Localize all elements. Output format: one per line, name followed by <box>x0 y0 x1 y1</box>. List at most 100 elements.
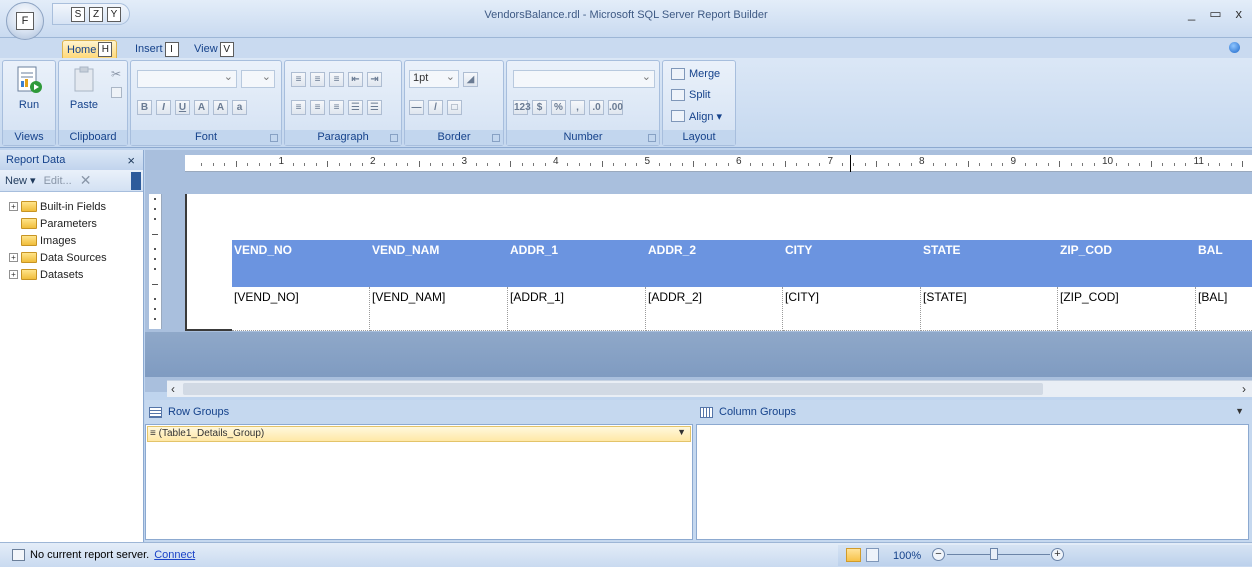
decrease-decimal-icon[interactable]: .00 <box>608 99 623 115</box>
data-cell[interactable]: [ADDR_1] <box>508 287 646 331</box>
tab-insert[interactable]: Insert I <box>131 40 183 58</box>
data-cell[interactable]: [VEND_NO] <box>232 287 370 331</box>
font-size-combo[interactable] <box>241 70 275 88</box>
row-group-item[interactable]: ≡ (Table1_Details_Group) ▼ <box>147 426 691 442</box>
tab-home[interactable]: Home H <box>62 40 118 58</box>
header-cell[interactable]: CITY <box>783 240 921 287</box>
percent-icon[interactable]: % <box>551 99 566 115</box>
preview-view-icon[interactable] <box>866 548 879 562</box>
expand-icon[interactable]: + <box>9 270 18 279</box>
edit-button[interactable]: Edit... <box>44 175 72 187</box>
application-menu-button[interactable]: F <box>6 2 44 40</box>
data-cell[interactable]: [CITY] <box>783 287 921 331</box>
design-view-icon[interactable] <box>846 548 861 562</box>
placeholder-icon[interactable]: 123 <box>513 99 531 115</box>
ruler-tick <box>887 163 889 166</box>
zoom-out-icon[interactable]: − <box>932 548 945 561</box>
shrink-font-icon[interactable]: a <box>232 99 247 115</box>
border-color-icon[interactable]: / <box>428 99 443 115</box>
zoom-level[interactable]: 100% <box>893 550 921 562</box>
zoom-slider-track[interactable] <box>947 554 1050 555</box>
scroll-thumb[interactable] <box>183 383 1043 395</box>
data-cell[interactable]: [ADDR_2] <box>646 287 783 331</box>
border-fill-icon[interactable]: ◢ <box>463 71 478 87</box>
tree-item-parameters[interactable]: Parameters <box>9 215 143 232</box>
header-cell[interactable]: ADDR_2 <box>646 240 783 287</box>
font-color-icon[interactable]: A <box>194 99 209 115</box>
ruler-tick <box>395 163 397 166</box>
expand-icon[interactable]: + <box>9 253 18 262</box>
tree-item-label: Datasets <box>40 268 84 281</box>
border-launcher-icon[interactable] <box>492 134 500 142</box>
border-size-combo[interactable]: 1pt <box>409 70 459 88</box>
scroll-left-icon[interactable]: ‹ <box>171 382 175 396</box>
tab-view[interactable]: View V <box>190 40 238 58</box>
align-right-icon[interactable]: ≡ <box>329 99 344 115</box>
horizontal-scrollbar[interactable]: ‹ › <box>167 380 1252 397</box>
ruler-tick <box>819 163 821 166</box>
align-bottom-icon[interactable]: ≡ <box>329 71 344 87</box>
data-cell[interactable]: [BAL] <box>1196 287 1252 331</box>
align-left-icon[interactable]: ≡ <box>291 99 306 115</box>
comma-icon[interactable]: , <box>570 99 585 115</box>
merge-button[interactable]: Merge <box>671 65 720 83</box>
header-cell[interactable]: BAL <box>1196 240 1252 287</box>
paste-button[interactable]: Paste <box>63 65 105 125</box>
row-group-dropdown-icon[interactable]: ▼ <box>677 427 686 437</box>
font-family-combo[interactable] <box>137 70 237 88</box>
close-pane-button[interactable]: × <box>127 153 135 168</box>
bold-icon[interactable]: B <box>137 99 152 115</box>
tree-item-datasets[interactable]: + Datasets <box>9 266 143 283</box>
border-box-icon[interactable]: □ <box>447 99 462 115</box>
numbering-icon[interactable]: ☰ <box>367 99 382 115</box>
connect-link[interactable]: Connect <box>154 549 195 561</box>
data-cell[interactable]: [STATE] <box>921 287 1058 331</box>
currency-icon[interactable]: $ <box>532 99 547 115</box>
border-line-icon[interactable]: — <box>409 99 424 115</box>
paragraph-launcher-icon[interactable] <box>390 134 398 142</box>
pin-icon[interactable] <box>131 172 141 190</box>
header-cell[interactable]: VEND_NAM <box>370 240 508 287</box>
tree-item-data-sources[interactable]: + Data Sources <box>9 249 143 266</box>
data-cell[interactable]: [VEND_NAM] <box>370 287 508 331</box>
design-surface[interactable]: 1 2 3 4 5 6 7 8 9 10 11 VEND_NO VEND_NAM ADDR_1 AD… <box>145 150 1252 392</box>
header-cell[interactable]: STATE <box>921 240 1058 287</box>
decrease-indent-icon[interactable]: ⇤ <box>348 71 363 87</box>
minimize-button[interactable]: _ <box>1188 6 1195 22</box>
run-button[interactable]: Run <box>8 65 50 125</box>
font-launcher-icon[interactable] <box>270 134 278 142</box>
close-window-button[interactable]: x <box>1236 6 1243 22</box>
maximize-button[interactable]: ▭ <box>1209 6 1221 22</box>
split-button[interactable]: Split <box>671 86 710 104</box>
italic-icon[interactable]: I <box>156 99 171 115</box>
zoom-slider-thumb[interactable] <box>990 548 998 560</box>
align-top-icon[interactable]: ≡ <box>291 71 306 87</box>
header-cell[interactable]: ADDR_1 <box>508 240 646 287</box>
cut-icon[interactable]: ✂ <box>111 67 121 81</box>
header-cell[interactable]: ZIP_COD <box>1058 240 1196 287</box>
tree-item-images[interactable]: Images <box>9 232 143 249</box>
data-cell[interactable]: [ZIP_COD] <box>1058 287 1196 331</box>
increase-indent-icon[interactable]: ⇥ <box>367 71 382 87</box>
ruler-tick <box>1059 161 1061 167</box>
align-middle-icon[interactable]: ≡ <box>310 71 325 87</box>
grow-font-icon[interactable]: A <box>213 99 228 115</box>
number-format-combo[interactable] <box>513 70 655 88</box>
tree-item-built-in-fields[interactable]: + Built-in Fields <box>9 198 143 215</box>
increase-decimal-icon[interactable]: .0 <box>589 99 604 115</box>
ruler-tick <box>361 163 363 166</box>
expand-icon[interactable]: + <box>9 202 18 211</box>
header-cell[interactable]: VEND_NO <box>232 240 370 287</box>
zoom-in-icon[interactable]: + <box>1051 548 1064 561</box>
align-button[interactable]: Align ▾ <box>671 107 722 125</box>
scroll-right-icon[interactable]: › <box>1242 382 1246 396</box>
underline-icon[interactable]: U <box>175 99 190 115</box>
copy-icon[interactable] <box>111 87 122 98</box>
grouping-menu-icon[interactable]: ▼ <box>1235 406 1244 416</box>
align-center-icon[interactable]: ≡ <box>310 99 325 115</box>
bullets-icon[interactable]: ☰ <box>348 99 363 115</box>
number-launcher-icon[interactable] <box>648 134 656 142</box>
help-icon[interactable] <box>1229 42 1240 53</box>
delete-icon[interactable]: ✕ <box>80 172 92 189</box>
new-button[interactable]: New ▾ <box>5 174 36 187</box>
